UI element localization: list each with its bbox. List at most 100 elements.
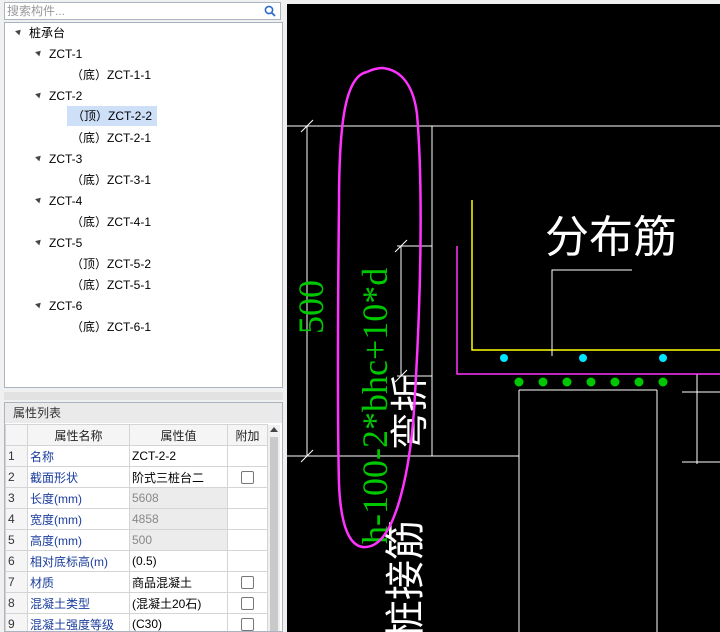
row-number: 4 [5, 508, 28, 530]
tree-item-label: （底）ZCT-5-1 [71, 278, 152, 292]
property-value[interactable]: (混凝土20石) [129, 592, 228, 614]
pile-connection-label: 桩接筋 [383, 520, 428, 632]
expand-icon[interactable] [35, 300, 43, 309]
col-value-header[interactable]: 属性值 [129, 424, 228, 446]
extra-cell [227, 466, 268, 488]
table-row[interactable]: 6 相对底标高(m) (0.5) [5, 550, 268, 572]
property-name: 混凝土类型 [27, 592, 130, 614]
tree-group-label: ZCT-6 [49, 299, 83, 313]
row-number: 7 [5, 571, 28, 593]
row-number: 6 [5, 550, 28, 572]
table-row[interactable]: 4 宽度(mm) 4858 [5, 508, 268, 530]
table-row[interactable]: 9 混凝土强度等级 (C30) [5, 613, 268, 631]
rebar-dot-green [586, 377, 596, 387]
col-num-header [5, 424, 28, 446]
property-value: 4858 [129, 508, 228, 530]
table-row[interactable]: 2 截面形状 阶式三桩台二 [5, 466, 268, 488]
tree-item-label: （底）ZCT-4-1 [71, 215, 152, 229]
extra-checkbox[interactable] [241, 470, 254, 484]
property-name: 长度(mm) [27, 487, 130, 509]
tree-item-label: （顶）ZCT-5-2 [71, 257, 152, 271]
property-value[interactable]: (0.5) [129, 550, 228, 572]
property-name: 相对底标高(m) [27, 550, 130, 572]
tree-root-label: 桩承台 [29, 26, 66, 40]
expand-icon[interactable] [35, 237, 43, 246]
property-value[interactable]: 阶式三桩台二 [129, 466, 228, 488]
property-panel: 属性列表 属性名称 属性值 附加 1 名称 ZCT-2-2 2 截面形状 阶式三… [4, 402, 283, 632]
rebar-dot-green [658, 377, 668, 387]
extra-cell [227, 508, 268, 530]
tree-item-label: （底）ZCT-2-1 [71, 131, 152, 145]
property-name: 截面形状 [27, 466, 130, 488]
expand-icon[interactable] [35, 195, 43, 204]
extra-checkbox[interactable] [241, 575, 254, 589]
panel-splitter[interactable] [4, 392, 283, 400]
property-name: 名称 [27, 445, 130, 467]
tree-group-label: ZCT-2 [49, 89, 83, 103]
expand-icon[interactable] [35, 153, 43, 162]
search-box[interactable] [4, 2, 281, 20]
rebar-dot-cyan [579, 354, 587, 362]
row-number: 5 [5, 529, 28, 551]
rebar-dot-green [538, 377, 548, 387]
table-row[interactable]: 3 长度(mm) 5608 [5, 487, 268, 509]
tree-item-label: （底）ZCT-3-1 [71, 173, 152, 187]
left-panel: 桩承台 ZCT-1 （底）ZCT-1-1 ZCT-2 （顶）ZCT-2-2 （底… [0, 0, 285, 632]
tree-group-label: ZCT-1 [49, 47, 83, 61]
tree-item-label: （底）ZCT-1-1 [71, 68, 152, 82]
distribution-rebar-label: 分布筋 [545, 213, 677, 262]
rebar-dot-green [514, 377, 524, 387]
extra-checkbox[interactable] [241, 617, 254, 631]
search-input[interactable] [7, 4, 257, 18]
scroll-thumb[interactable] [270, 437, 278, 631]
cad-canvas: 分布筋 500 h-100-2*bhc+10*d 弯折 桩接筋 [287, 66, 720, 632]
property-value: 5608 [129, 487, 228, 509]
table-header-row: 属性名称 属性值 附加 [5, 424, 268, 446]
property-value[interactable]: ZCT-2-2 [129, 445, 228, 467]
extra-cell [227, 487, 268, 509]
tree-group-label: ZCT-5 [49, 236, 83, 250]
table-row[interactable]: 5 高度(mm) 500 [5, 529, 268, 551]
bottom-rebar-line [456, 246, 720, 375]
property-value[interactable]: 商品混凝土 [129, 571, 228, 593]
tree-group-label: ZCT-4 [49, 194, 83, 208]
property-value[interactable]: (C30) [129, 613, 228, 631]
scroll-up-arrow-icon[interactable] [270, 427, 278, 432]
expand-icon[interactable] [35, 90, 43, 99]
rebar-dot-green [610, 377, 620, 387]
expand-icon[interactable] [35, 48, 43, 57]
row-number: 3 [5, 487, 28, 509]
property-name: 宽度(mm) [27, 508, 130, 530]
row-number: 9 [5, 613, 28, 631]
property-scrollbar[interactable] [268, 425, 280, 631]
extra-checkbox[interactable] [241, 596, 254, 610]
property-name: 材质 [27, 571, 130, 593]
extra-cell [227, 529, 268, 551]
search-icon[interactable] [264, 5, 276, 17]
col-name-header[interactable]: 属性名称 [27, 424, 130, 446]
tree-item-label: （顶）ZCT-2-2 [67, 106, 158, 126]
rebar-dot-cyan [659, 354, 667, 362]
table-row[interactable]: 1 名称 ZCT-2-2 [5, 445, 268, 467]
col-extra-header[interactable]: 附加 [227, 424, 268, 446]
extra-cell [227, 613, 268, 631]
property-name: 高度(mm) [27, 529, 130, 551]
property-panel-title: 属性列表 [5, 403, 282, 423]
component-tree: 桩承台 ZCT-1 （底）ZCT-1-1 ZCT-2 （顶）ZCT-2-2 （底… [4, 22, 283, 388]
row-number: 1 [5, 445, 28, 467]
table-row[interactable]: 7 材质 商品混凝土 [5, 571, 268, 593]
extra-cell [227, 592, 268, 614]
tree-item-label: （底）ZCT-6-1 [71, 320, 152, 334]
row-number: 2 [5, 466, 28, 488]
rebar-dot-cyan [500, 354, 508, 362]
formula-text: h-100-2*bhc+10*d [355, 268, 395, 544]
extra-cell [227, 550, 268, 572]
property-value: 500 [129, 529, 228, 551]
rebar-dot-green [634, 377, 644, 387]
leader-line [551, 269, 632, 356]
cad-drawing-view[interactable]: 分布筋 500 h-100-2*bhc+10*d 弯折 桩接筋 [287, 4, 720, 632]
table-row[interactable]: 8 混凝土类型 (混凝土20石) [5, 592, 268, 614]
rebar-dot-green [562, 377, 572, 387]
property-table: 属性名称 属性值 附加 1 名称 ZCT-2-2 2 截面形状 阶式三桩台二 3… [5, 424, 268, 631]
expand-icon[interactable] [15, 27, 23, 36]
